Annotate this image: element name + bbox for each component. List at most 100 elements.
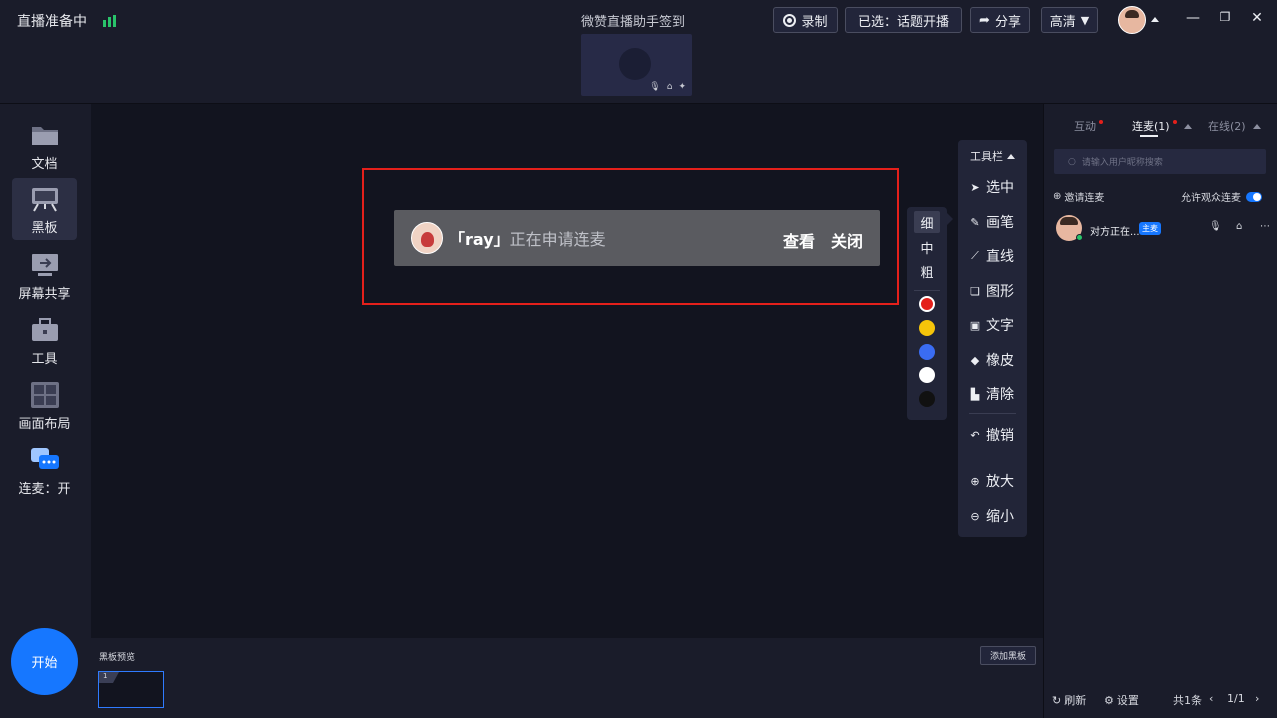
share-button[interactable]: ➦ 分享 xyxy=(970,7,1030,33)
blackboard-thumbnail[interactable]: 1 xyxy=(98,671,164,708)
tool-text[interactable]: ▣ 文字 xyxy=(969,315,1014,335)
pen-width-thin[interactable]: 细 xyxy=(914,211,940,233)
toolbox-icon xyxy=(31,318,58,341)
caret-up-icon xyxy=(1183,123,1192,129)
list-item: 对方正在... 主麦 🎙 ⌂ ⋯ xyxy=(1054,214,1270,244)
close-request-button[interactable]: 关闭 xyxy=(831,228,863,252)
sidebar-item-document[interactable]: 文档 xyxy=(12,114,77,176)
color-yellow[interactable] xyxy=(919,320,935,336)
tab-label: 连麦(1) xyxy=(1132,120,1170,133)
refresh-button[interactable]: ↻ 刷新 xyxy=(1052,692,1086,708)
tool-label: 缩小 xyxy=(986,509,1014,525)
account-menu-icon[interactable] xyxy=(1151,17,1159,22)
tool-label: 图形 xyxy=(986,284,1014,300)
tool-label: 橡皮 xyxy=(986,353,1014,369)
left-sidebar: 文档 黑板 屏幕共享 工具 画面布局 连麦：开 xyxy=(0,104,91,718)
sidebar-item-label: 工具 xyxy=(31,352,58,367)
drawing-toolbar: 工具栏 ➤ 选中 ✎ 画笔 ⟋ 直线 ❏ 图形 ▣ 文字 ◆ 橡皮 ▙ 清除 ↶ 撤销 ⊕ 放大 … xyxy=(958,140,1027,537)
tab-co-host[interactable]: 连麦(1) xyxy=(1132,118,1192,134)
allow-toggle[interactable] xyxy=(1246,191,1262,202)
tool-pen[interactable]: ✎ 画笔 xyxy=(969,212,1014,232)
more-icon[interactable]: ⋯ xyxy=(1260,221,1270,232)
online-indicator xyxy=(1076,234,1083,241)
sidebar-item-tools[interactable]: 工具 xyxy=(12,309,77,371)
refresh-label: 刷新 xyxy=(1064,694,1087,707)
pen-width-medium[interactable]: 中 xyxy=(914,236,940,258)
unread-dot xyxy=(1099,120,1103,124)
tool-clear[interactable]: ▙ 清除 xyxy=(969,384,1014,404)
top-bar: 直播准备中 微赞直播助手签到 🎙 ⌂ ✦ 录制 已选：话题开播 ➦ 分享 高清 … xyxy=(0,0,1277,104)
tool-zoom-in[interactable]: ⊕ 放大 xyxy=(969,471,1014,491)
co-host-request-notification: 「ray」 正在申请连麦 查看 关闭 xyxy=(394,210,880,266)
tool-select[interactable]: ➤ 选中 xyxy=(969,177,1014,197)
mic-icon[interactable]: 🎙 xyxy=(1209,221,1222,232)
tool-shape[interactable]: ❏ 图形 xyxy=(969,281,1014,301)
right-panel: 互动 连麦(1) 在线(2) ○ 请输入用户昵称搜索 ⊕ 邀请连麦 允许观众连麦… xyxy=(1043,104,1277,718)
toolbar-header[interactable]: 工具栏 xyxy=(970,148,1015,164)
tool-zoom-out[interactable]: ⊖ 缩小 xyxy=(969,506,1014,526)
tool-label: 清除 xyxy=(986,387,1014,403)
topic-select-button[interactable]: 已选：话题开播 xyxy=(845,7,962,33)
color-white[interactable] xyxy=(919,367,935,383)
tool-line[interactable]: ⟋ 直线 xyxy=(969,246,1014,266)
monitor-icon xyxy=(31,254,58,276)
prev-page-icon[interactable]: ‹ xyxy=(1209,692,1213,705)
live-status: 直播准备中 xyxy=(17,11,116,31)
view-request-button[interactable]: 查看 xyxy=(783,228,815,252)
camera-preview[interactable]: 🎙 ⌂ ✦ xyxy=(581,34,692,96)
record-button[interactable]: 录制 xyxy=(773,7,838,33)
pin-icon[interactable]: ✦ xyxy=(678,82,686,92)
close-icon[interactable]: ✕ xyxy=(1249,10,1265,26)
sidebar-item-label: 连麦：开 xyxy=(18,482,71,497)
camera-icon[interactable]: ⌂ xyxy=(667,82,673,92)
user-search-input[interactable]: ○ 请输入用户昵称搜索 xyxy=(1054,149,1266,174)
next-page-icon[interactable]: › xyxy=(1255,692,1259,705)
sidebar-item-blackboard[interactable]: 黑板 xyxy=(12,178,77,240)
caret-up-icon xyxy=(1252,123,1261,129)
minimize-icon[interactable]: — xyxy=(1185,10,1201,26)
camera-icon[interactable]: ⌂ xyxy=(1236,221,1242,232)
tool-undo[interactable]: ↶ 撤销 xyxy=(969,425,1014,445)
undo-icon: ↶ xyxy=(970,428,980,442)
user-avatar[interactable] xyxy=(1118,6,1146,34)
invite-co-host-button[interactable]: ⊕ 邀请连麦 xyxy=(1053,189,1104,204)
divider xyxy=(914,290,940,291)
zoom-in-icon: ⊕ xyxy=(970,474,980,488)
active-tab-indicator xyxy=(1140,135,1158,137)
live-status-text: 直播准备中 xyxy=(17,14,87,30)
allow-audience-co-host: 允许观众连麦 xyxy=(1181,189,1262,204)
tool-label: 直线 xyxy=(986,249,1014,265)
layout-icon xyxy=(30,382,59,408)
share-icon: ➦ xyxy=(979,12,990,28)
mic-icon[interactable]: 🎙 xyxy=(649,82,660,92)
sidebar-item-co-host[interactable]: 连麦：开 xyxy=(12,439,77,501)
blackboard-preview-label: 黑板预览 xyxy=(99,653,136,663)
window-title: 微赞直播助手签到 xyxy=(581,15,686,30)
quality-label: 高清 xyxy=(1049,14,1076,30)
restore-icon[interactable]: ❐ xyxy=(1217,10,1233,24)
clear-icon: ▙ xyxy=(970,387,980,401)
color-red[interactable] xyxy=(919,296,935,312)
sidebar-item-screen-share[interactable]: 屏幕共享 xyxy=(12,244,77,306)
line-icon: ⟋ xyxy=(971,249,979,262)
folder-icon xyxy=(31,127,58,145)
chevron-down-icon: ▼ xyxy=(1080,13,1090,27)
page-indicator: 1/1 xyxy=(1227,692,1245,705)
sidebar-item-layout[interactable]: 画面布局 xyxy=(12,374,77,436)
quality-select[interactable]: 高清 ▼ xyxy=(1041,7,1098,33)
text-icon: ▣ xyxy=(969,318,981,332)
settings-button[interactable]: ⚙ 设置 xyxy=(1104,692,1139,708)
tool-label: 放大 xyxy=(986,474,1014,490)
tab-interaction[interactable]: 互动 xyxy=(1074,118,1103,134)
pen-width-thick[interactable]: 粗 xyxy=(914,260,940,282)
add-blackboard-button[interactable]: 添加黑板 xyxy=(980,646,1036,665)
color-blue[interactable] xyxy=(919,344,935,360)
toolbar-title: 工具栏 xyxy=(970,150,1003,163)
plus-circle-icon: ⊕ xyxy=(1053,191,1062,202)
tool-eraser[interactable]: ◆ 橡皮 xyxy=(969,350,1014,370)
start-live-button[interactable]: 开始 xyxy=(11,628,78,695)
gear-icon: ⚙ xyxy=(1104,693,1114,707)
tab-online[interactable]: 在线(2) xyxy=(1208,118,1261,134)
blackboard-preview-bar: 黑板预览 添加黑板 1 xyxy=(91,638,1043,718)
color-black[interactable] xyxy=(919,391,935,407)
